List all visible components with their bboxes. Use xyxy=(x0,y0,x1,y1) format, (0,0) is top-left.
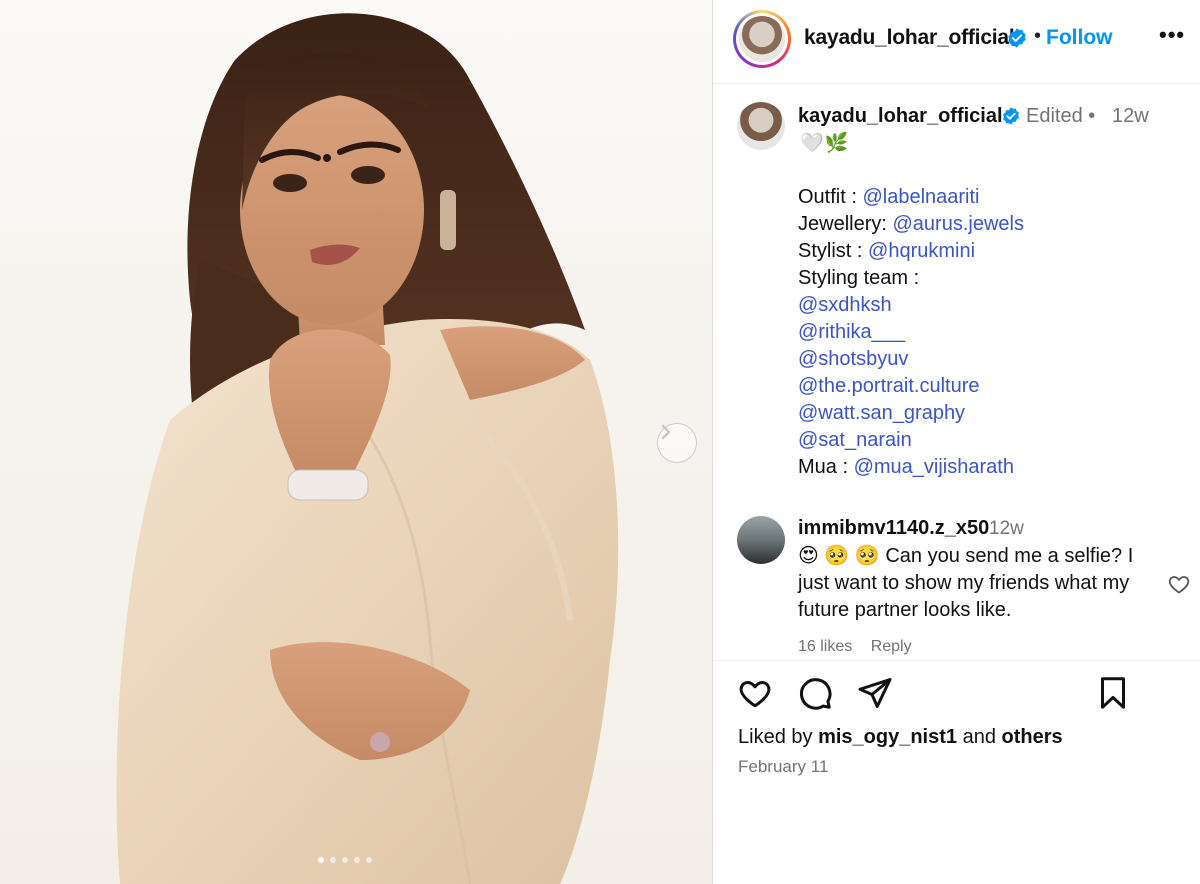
header-separator: • xyxy=(1034,25,1042,47)
author-username[interactable]: kayadu_lohar_official xyxy=(804,26,1015,50)
mention-link[interactable]: @mua_vijisharath xyxy=(854,456,1014,478)
mention-link[interactable]: @hqrukmini xyxy=(868,240,975,262)
post-date[interactable]: February 11 xyxy=(738,757,828,777)
comment-bubble-icon[interactable] xyxy=(797,675,833,716)
caption-line: Stylist : @hqrukmini xyxy=(798,238,1188,265)
more-options-button[interactable]: ••• xyxy=(1159,22,1185,48)
next-photo-button[interactable] xyxy=(657,423,697,463)
caption-line-label: Jewellery: xyxy=(798,213,893,235)
post-photo-illustration xyxy=(116,13,619,884)
carousel-dot xyxy=(330,857,336,863)
caption-line: @the.portrait.culture xyxy=(798,373,1188,400)
carousel-indicator xyxy=(318,857,372,863)
comment-like-heart-icon[interactable] xyxy=(1167,572,1191,601)
carousel-dot xyxy=(366,857,372,863)
caption-line: @watt.san_graphy xyxy=(798,400,1188,427)
caption-line: Mua : @mua_vijisharath xyxy=(798,454,1188,481)
avatar xyxy=(739,16,785,62)
verified-badge-icon xyxy=(1001,106,1021,131)
post-header: kayadu_lohar_official • Follow ••• xyxy=(713,0,1200,84)
post-details-panel: kayadu_lohar_official • Follow ••• kayad… xyxy=(712,0,1200,884)
liked-by-text: Liked by mis_ogy_nist1 and others xyxy=(738,726,1063,749)
caption-line-label: Mua : xyxy=(798,456,854,478)
follow-button[interactable]: Follow xyxy=(1046,26,1113,50)
caption-author-avatar[interactable] xyxy=(737,102,785,150)
comment-likes-count[interactable]: 16 likes xyxy=(798,638,852,655)
caption-line-label: Outfit : xyxy=(798,186,863,208)
mention-link[interactable]: @watt.san_graphy xyxy=(798,402,965,424)
action-bar-divider xyxy=(713,660,1200,661)
comment-meta: 16 likes Reply xyxy=(798,638,926,656)
commenter-username[interactable]: immibmv1140.z_x50 xyxy=(798,517,989,540)
liked-by-prefix: Liked by xyxy=(738,726,819,748)
comment-text: 😍 🥺 🥺 Can you send me a selfie? I just w… xyxy=(798,545,1134,621)
post-photo[interactable] xyxy=(0,0,712,884)
liked-by-others-link[interactable]: others xyxy=(1002,726,1063,748)
chevron-right-icon xyxy=(661,424,671,440)
caption-line: Outfit : @labelnaariti xyxy=(798,184,1188,211)
caption-line: Styling team : xyxy=(798,265,1188,292)
carousel-dot xyxy=(318,857,324,863)
liked-by-and: and xyxy=(957,726,1002,748)
commenter-avatar[interactable] xyxy=(737,516,785,564)
mention-link[interactable]: @labelnaariti xyxy=(862,186,979,208)
heart-icon[interactable] xyxy=(737,675,773,716)
caption-line: @rithika___ xyxy=(798,319,1188,346)
mention-link[interactable]: @the.portrait.culture xyxy=(798,375,980,397)
caption-line-label: Styling team : xyxy=(798,267,920,289)
mention-link[interactable]: @aurus.jewels xyxy=(892,213,1023,235)
mention-link[interactable]: @sat_narain xyxy=(798,429,912,451)
caption-text: Outfit : @labelnaariti Jewellery: @aurus… xyxy=(798,184,1188,481)
caption-emoji: 🤍🌿 xyxy=(800,133,850,154)
caption-line-label: Stylist : xyxy=(798,240,869,262)
carousel-dot xyxy=(342,857,348,863)
paper-plane-icon[interactable] xyxy=(857,675,893,716)
mention-link[interactable]: @rithika___ xyxy=(798,321,905,343)
caption-line: @shotsbyuv xyxy=(798,346,1188,373)
caption-line: Jewellery: @aurus.jewels xyxy=(798,211,1188,238)
edited-label: Edited • xyxy=(1026,105,1096,127)
caption-line: @sat_narain xyxy=(798,427,1188,454)
caption-timestamp[interactable]: 12w xyxy=(1112,105,1149,128)
verified-badge-icon xyxy=(1006,27,1028,54)
comment-timestamp[interactable]: 12w xyxy=(989,518,1024,540)
bookmark-icon[interactable] xyxy=(1095,675,1131,716)
mention-link[interactable]: @shotsbyuv xyxy=(798,348,908,370)
caption-author-username[interactable]: kayadu_lohar_official xyxy=(798,105,1003,128)
carousel-dot xyxy=(354,857,360,863)
caption-line: @sxdhksh xyxy=(798,292,1188,319)
mention-link[interactable]: @sxdhksh xyxy=(798,294,892,316)
author-story-avatar[interactable] xyxy=(733,10,791,68)
liked-by-user-link[interactable]: mis_ogy_nist1 xyxy=(818,726,957,748)
reply-button[interactable]: Reply xyxy=(871,638,912,655)
